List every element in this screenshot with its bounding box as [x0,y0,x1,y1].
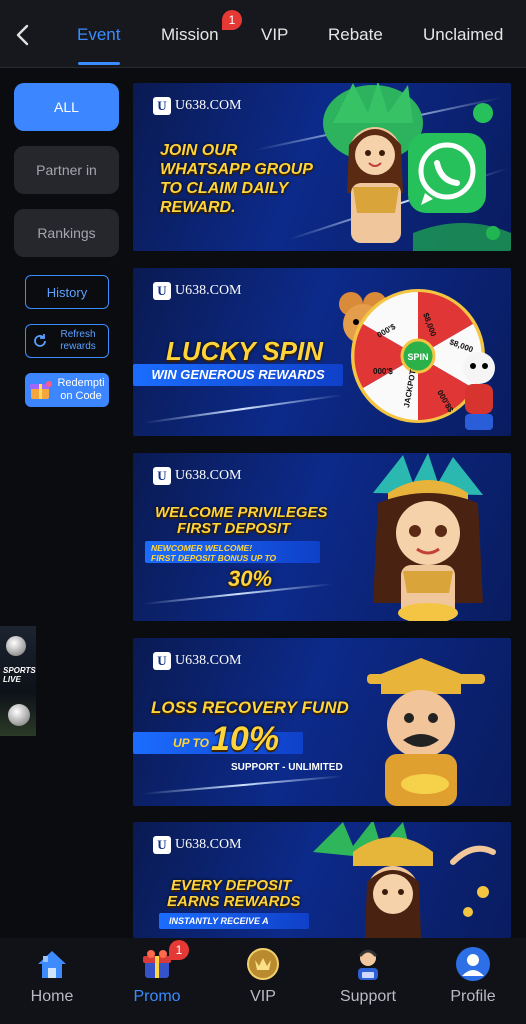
sports-live-label: SPORTS LIVE [3,666,36,684]
banner-welcome-first-deposit[interactable]: U U638.COM WELCOME PRIVILEGES FIRST DEPOS… [133,453,511,621]
banner-pill: WIN GENEROUS REWARDS [133,364,343,386]
brand-logo: U U638.COM [153,282,242,300]
refresh-icon [34,334,46,347]
banner-value: 30% [228,566,273,591]
sports-live-widget[interactable]: SPORTS LIVE [0,626,36,736]
brand-logo: U U638.COM [153,467,242,485]
wheel-label: 000'$ [373,367,393,376]
nav-promo[interactable]: 1 Promo [117,940,197,1006]
filter-rankings-button[interactable]: Rankings [14,209,119,257]
character-illustration [373,453,483,621]
top-tab-bar: Event Mission 1 VIP Rebate Unclaimed [0,0,526,68]
glow-line [143,775,343,795]
promo-badge: 1 [169,940,189,960]
banner-headline: EVERY DEPOSIT EARNS REWARDS [167,877,301,910]
football-icon [8,704,30,726]
banner-every-deposit[interactable]: U U638.COM EVERY DEPOSIT EARNS REWARDS IN… [133,822,511,938]
redemption-code-button[interactable]: Redempti on Code [25,373,109,407]
promo-icon: 1 [139,940,189,982]
support-icon [350,946,386,982]
banner-lucky-spin[interactable]: U U638.COM LUCKY SPIN WIN GENEROUS REWARD… [133,268,511,436]
bottom-nav: Home 1 Promo VIP Support Profile [0,938,526,1024]
gift-icon [30,381,52,399]
filter-all-button[interactable]: ALL [14,83,119,131]
back-arrow-icon[interactable] [12,22,34,48]
banner-pill: NEWCOMER WELCOME! FIRST DEPOSIT BONUS UP… [145,541,320,563]
nav-home-label: Home [30,988,74,1005]
tab-rebate[interactable]: Rebate [328,25,383,45]
refresh-rewards-button[interactable]: Refresh rewards [25,324,109,358]
nav-vip-label: VIP [250,988,276,1005]
nav-vip[interactable]: VIP [223,946,303,1006]
active-tab-indicator [78,62,120,65]
nav-support-label: Support [339,988,397,1005]
banner-headline: WELCOME PRIVILEGES FIRST DEPOSIT [155,504,328,537]
nav-promo-label: Promo [133,988,181,1005]
character-illustration [463,352,495,430]
redemption-code-label: Redempti on Code [57,377,105,402]
glow-line [143,394,343,424]
tab-vip[interactable]: VIP [261,25,288,45]
banner-headline: JOIN OUR WHATSAPP GROUP TO CLAIM DAILY R… [160,142,313,216]
nav-home[interactable]: Home [12,946,92,1006]
filter-partner-button[interactable]: Partner in [14,146,119,194]
character-illustration [367,658,485,806]
mission-badge: 1 [222,10,242,30]
banner-pill: INSTANTLY RECEIVE A [159,913,309,929]
nav-profile-label: Profile [450,988,496,1005]
home-icon [34,946,70,982]
banner-headline: LOSS RECOVERY FUND [151,698,349,717]
profile-icon [455,946,491,982]
nav-profile[interactable]: Profile [433,946,513,1006]
character-illustration [313,822,496,938]
brand-logo: U U638.COM [153,836,242,854]
banner-whatsapp[interactable]: U U638.COM JOIN OUR WHATSAPP GROUP TO CLA… [133,83,511,251]
wheel-center-label: SPIN [407,352,428,362]
banner-headline: LUCKY SPIN [166,336,323,366]
refresh-rewards-label: Refresh rewards [60,329,96,352]
history-label: History [46,284,88,300]
tab-mission[interactable]: Mission [161,25,219,45]
character-illustration [323,83,511,251]
vip-icon [245,946,281,982]
banner-loss-recovery[interactable]: U U638.COM LOSS RECOVERY FUND UP TO 10% S… [133,638,511,806]
brand-logo: U U638.COM [153,652,242,670]
tab-unclaimed[interactable]: Unclaimed [423,25,503,45]
tab-event[interactable]: Event [77,25,120,45]
history-button[interactable]: History [25,275,109,309]
nav-support[interactable]: Support [328,946,408,1006]
football-icon [6,636,26,656]
banner-subtext: SUPPORT - UNLIMITED [231,762,343,773]
brand-logo: U U638.COM [153,97,242,115]
banner-value: 10% [211,720,280,758]
